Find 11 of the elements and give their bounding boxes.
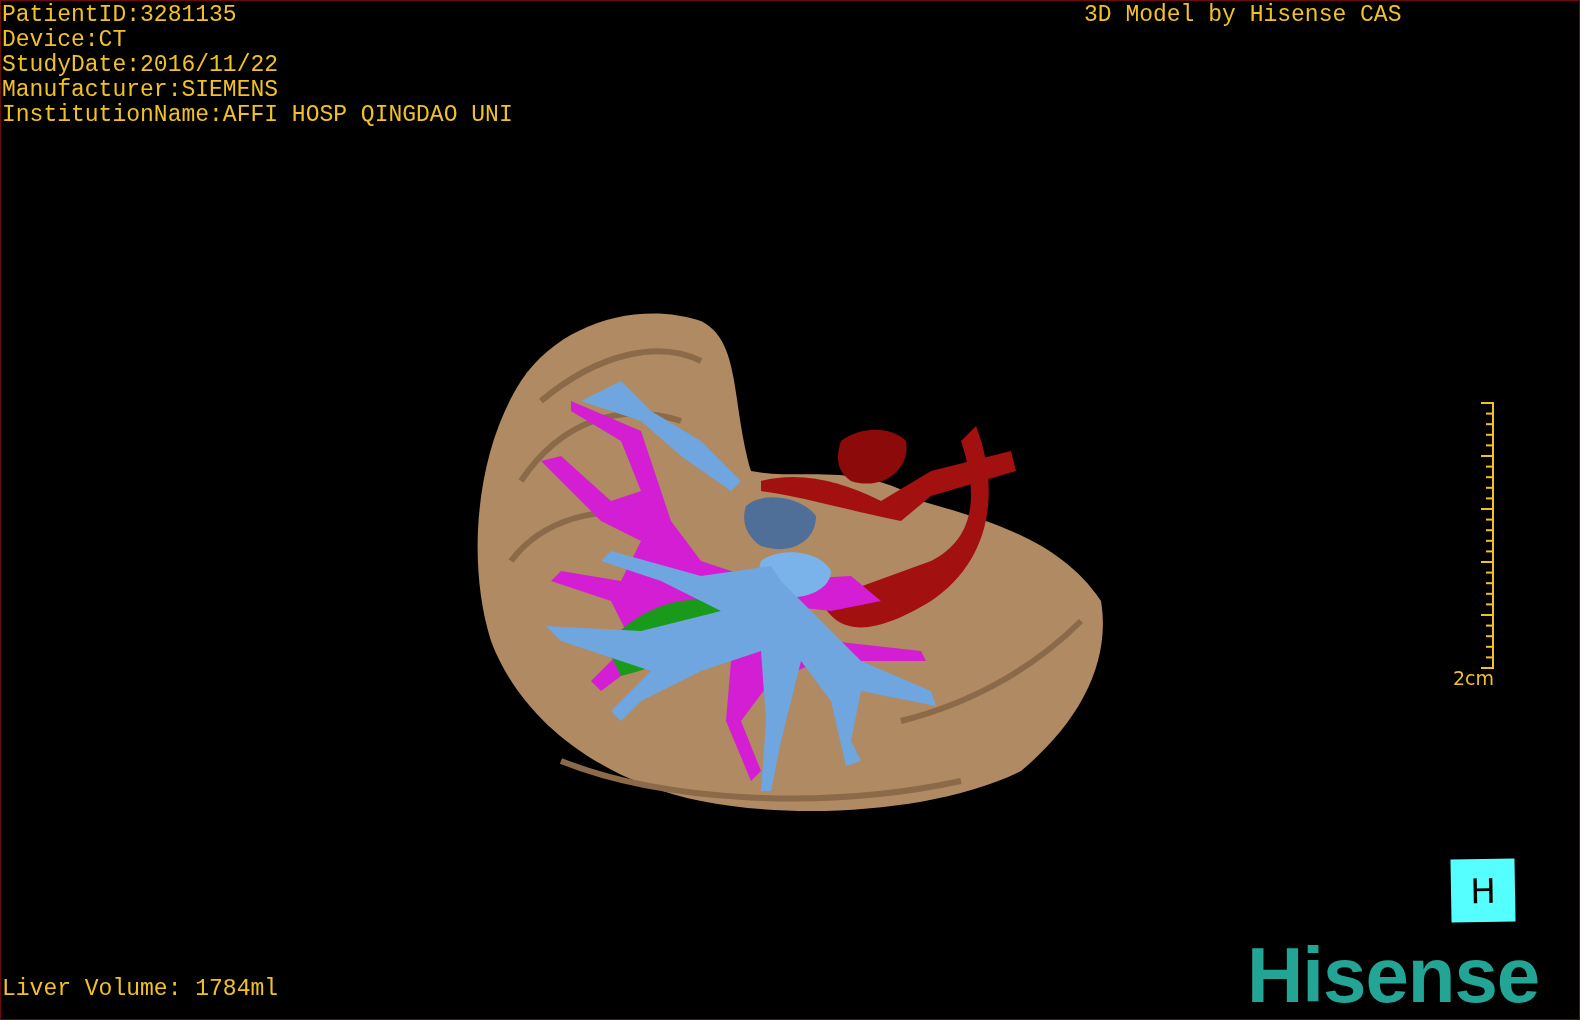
- patient-info-text: StudyDate:2016/11/22: [2, 53, 280, 78]
- patient-info-text: PatientID:3281135: [2, 3, 238, 28]
- liver-volume-text: Liver Volume: 1784ml: [2, 977, 279, 1002]
- patient-info-text: InstitutionName:AFFI HOSP QINGDAO UNI: [2, 103, 513, 128]
- patient-info-text: Manufacturer:SIEMENS: [2, 78, 280, 103]
- scale-label: 2cm: [1453, 667, 1495, 689]
- orientation-marker: H: [1450, 858, 1516, 923]
- patient-info-text: Device:CT: [2, 28, 128, 53]
- model-title: 3D Model by Hisense CAS: [1084, 3, 1402, 28]
- logo-text: Hisense: [1247, 936, 1540, 1014]
- scale-bar-icon: [1481, 402, 1495, 670]
